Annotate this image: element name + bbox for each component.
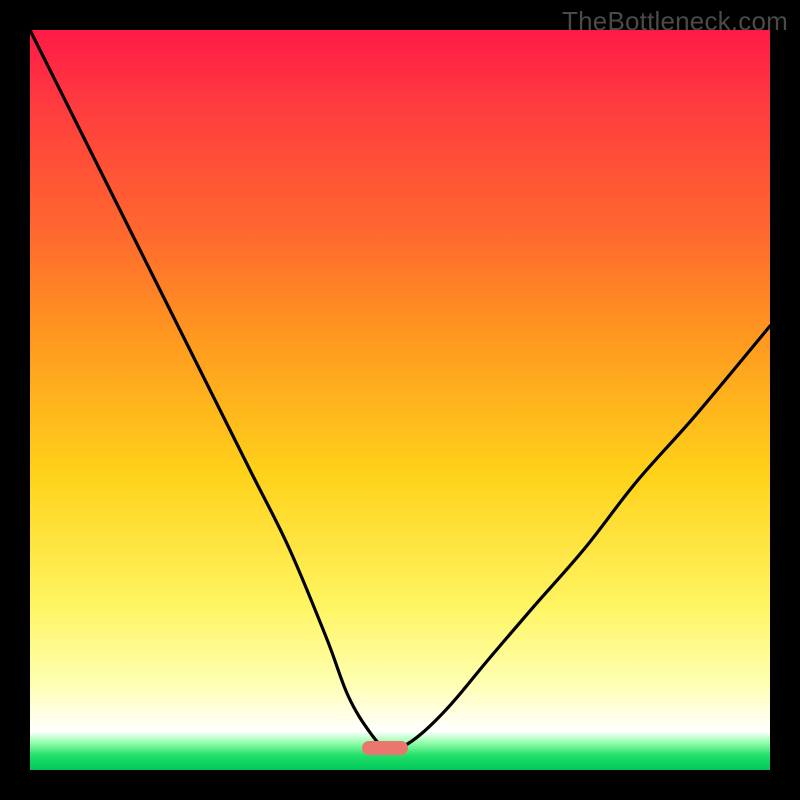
optimal-point-marker — [362, 741, 408, 755]
chart-frame: TheBottleneck.com — [0, 0, 800, 800]
bottleneck-curve — [30, 30, 770, 770]
curve-path — [30, 30, 770, 750]
watermark-text: TheBottleneck.com — [562, 6, 788, 37]
plot-area — [30, 30, 770, 770]
